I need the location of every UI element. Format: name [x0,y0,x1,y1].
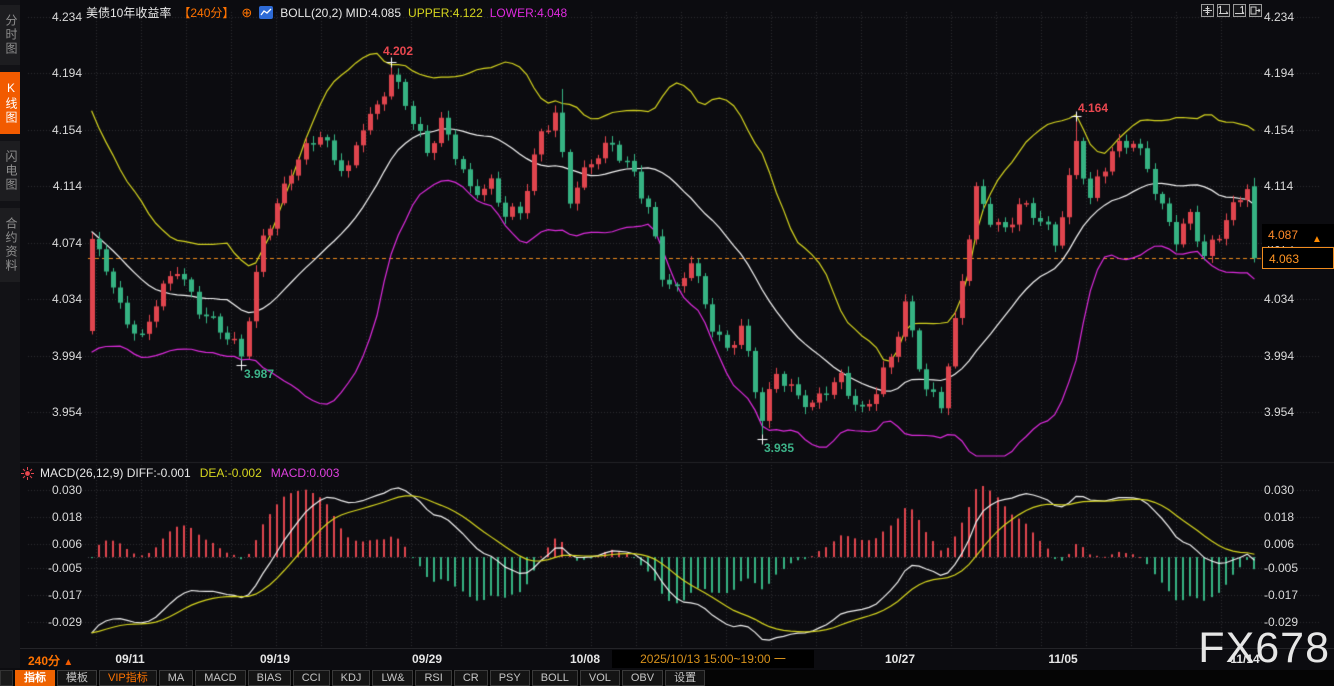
indicator-toolbar: 指标模板VIP指标MAMACDBIASCCIKDJLW&RSICRPSYBOLL… [0,670,1334,686]
price-tick-right: 4.034 [1264,292,1330,306]
boll-mid-readout: BOLL(20,2) MID:4.085 [280,6,401,20]
macd-tick-left: 0.030 [20,483,82,497]
chart-header: 美债10年收益率 【240分】 ⊕ BOLL(20,2) MID:4.085 U… [86,4,567,21]
price-annotation: 3.935 [764,441,794,455]
price-tick-left: 4.114 [20,179,82,193]
toolbar-item-BOLL[interactable]: BOLL [532,670,578,686]
sidebar-tab-2[interactable]: 闪电图 [0,141,20,201]
price-marker-icon: ▲ [1312,234,1322,245]
period-selector[interactable]: 240分 ▲ [28,652,73,669]
toolbar-item-OBV[interactable]: OBV [622,670,663,686]
date-tick: 09/29 [412,652,442,666]
price-tick-right: 3.954 [1264,405,1330,419]
period-tag: 【240分】 [178,4,234,21]
macd-tick-right: 0.018 [1264,510,1330,524]
x-axis-strip: 240分 ▲ 2025/10/13 15:00~19:00 一 09/11 09/… [0,648,1334,670]
watermark: FX678 [1198,624,1330,673]
x-axis-scale-icon[interactable] [1217,4,1230,17]
macd-settings-icon[interactable] [21,467,34,480]
toolbar-item-PSY[interactable]: PSY [490,670,530,686]
chart-canvas[interactable] [0,0,1334,650]
toolbar-item-设置[interactable]: 设置 [665,670,705,686]
y-axis-scale-icon[interactable] [1233,4,1246,17]
date-tick: 09/19 [260,652,290,666]
sidebar-tab-3[interactable]: 合约资料 [0,208,20,282]
price-annotation: 4.164 [1078,101,1108,115]
price-tick-left: 4.074 [20,236,82,250]
toolbar-item-VIP指标[interactable]: VIP指标 [99,670,157,686]
toolbar-item-CCI[interactable]: CCI [293,670,330,686]
toolbar-corner-box [0,670,13,686]
date-tick: 10/27 [885,652,915,666]
period-dropdown-arrow: ▲ [63,657,73,668]
date-tick: 11/05 [1048,652,1077,666]
macd-tick-left: 0.006 [20,537,82,551]
price-tick-left: 3.954 [20,405,82,419]
symbol-title: 美债10年收益率 [86,4,171,21]
crosshair-date-tooltip: 2025/10/13 15:00~19:00 一 [612,650,814,668]
chart-type-sidebar: 分时图 K线图闪电图合约资料 [0,0,20,668]
macd-tick-left: -0.029 [20,615,82,629]
chart-style-icon[interactable] [259,6,273,19]
macd-tick-left: -0.005 [20,561,82,575]
price-tick-right: 4.114 [1264,179,1330,193]
toolbar-item-KDJ[interactable]: KDJ [332,670,371,686]
macd-value-readout: MACD:0.003 [271,466,340,480]
macd-dea-readout: DEA:-0.002 [200,466,262,480]
toolbar-item-MA[interactable]: MA [159,670,194,686]
price-tick-right: 3.994 [1264,349,1330,363]
export-chart-icon[interactable] [1249,4,1262,17]
price-tick-left: 3.994 [20,349,82,363]
toolbar-item-指标[interactable]: 指标 [15,670,55,686]
last-ma-price-label: 4.087 [1262,224,1334,246]
price-annotation: 4.202 [383,44,413,58]
macd-header: MACD(26,12,9) DIFF:-0.001 DEA:-0.002 MAC… [40,466,339,480]
price-tick-right: 4.154 [1264,123,1330,137]
pan-icon[interactable] [1201,4,1214,17]
macd-tick-left: -0.017 [20,588,82,602]
price-tick-right: 4.234 [1264,10,1330,24]
macd-tick-right: -0.017 [1264,588,1330,602]
add-indicator-icon[interactable]: ⊕ [241,5,252,21]
toolbar-item-LW&[interactable]: LW& [372,670,413,686]
toolbar-item-VOL[interactable]: VOL [580,670,620,686]
price-tick-right: 4.194 [1264,66,1330,80]
toolbar-item-模板[interactable]: 模板 [57,670,97,686]
macd-diff-readout: MACD(26,12,9) DIFF:-0.001 [40,466,191,480]
price-annotation: 3.987 [244,367,274,381]
toolbar-item-MACD[interactable]: MACD [195,670,245,686]
price-tick-left: 4.034 [20,292,82,306]
boll-lower-readout: LOWER:4.048 [490,6,567,20]
chart-tool-icons [1201,4,1262,17]
toolbar-item-RSI[interactable]: RSI [415,670,451,686]
chart-terminal: 分时图 K线图闪电图合约资料 美债10年收益率 【240分】 ⊕ BOLL(20,… [0,0,1334,686]
sidebar-tab-1[interactable]: K线图 [0,72,20,134]
date-tick: 10/08 [570,652,600,666]
macd-tick-right: 0.006 [1264,537,1330,551]
boll-upper-readout: UPPER:4.122 [408,6,483,20]
macd-tick-right: -0.005 [1264,561,1330,575]
price-tick-left: 4.194 [20,66,82,80]
macd-tick-right: 0.030 [1264,483,1330,497]
toolbar-item-CR[interactable]: CR [454,670,488,686]
price-tick-left: 4.154 [20,123,82,137]
last-price-label: 4.063 [1262,247,1334,269]
price-tick-left: 4.234 [20,10,82,24]
macd-tick-left: 0.018 [20,510,82,524]
toolbar-item-BIAS[interactable]: BIAS [248,670,291,686]
date-tick: 09/11 [115,652,144,666]
sidebar-tab-0[interactable]: 分时图 [0,5,20,65]
